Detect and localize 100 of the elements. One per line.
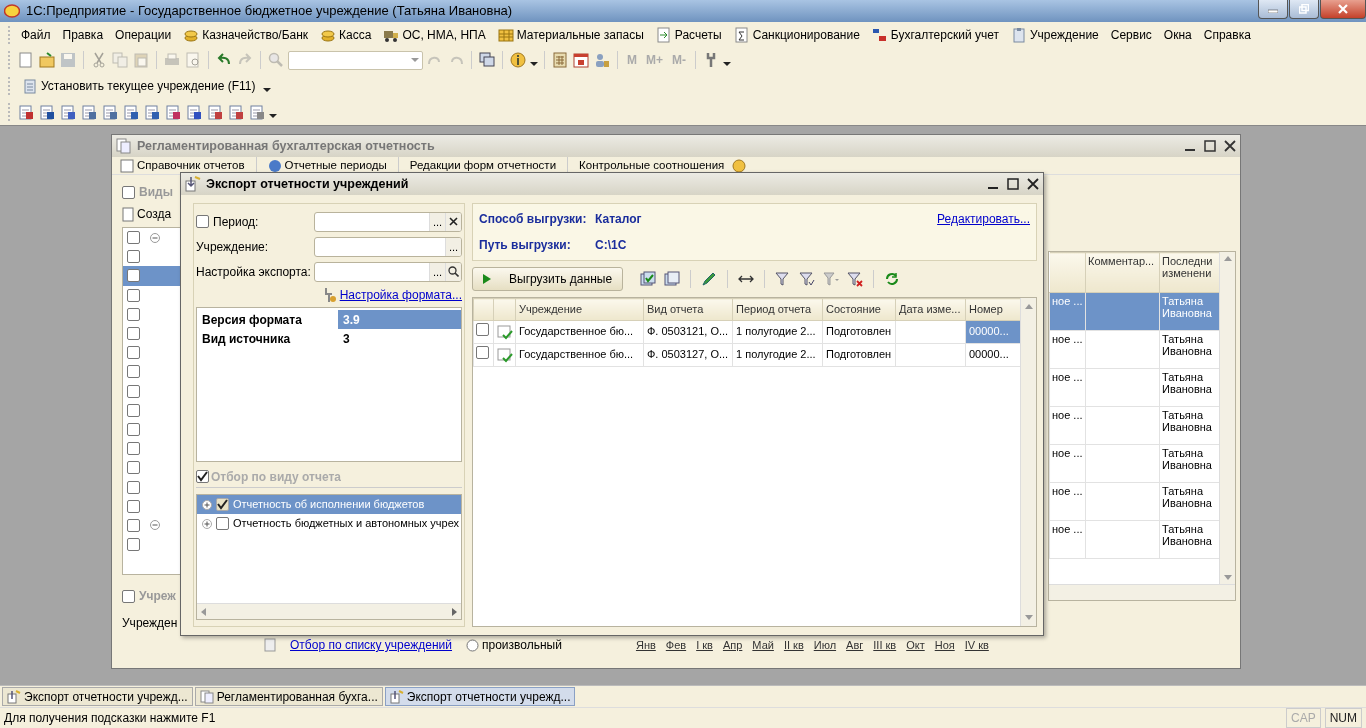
search-button[interactable] [445,262,461,281]
period-link[interactable]: Июл [813,636,837,654]
vertical-scrollbar[interactable] [1219,252,1235,584]
print-preview-button[interactable] [184,51,202,69]
scroll-right-icon[interactable] [452,607,457,616]
menu-item[interactable]: Касса [315,23,377,46]
checkbox[interactable] [216,498,229,511]
column-header[interactable]: Период отчета [732,298,823,320]
column-header[interactable]: Состояние [822,298,896,320]
select-button[interactable]: ... [429,212,445,231]
checkbox[interactable] [216,517,229,530]
horizontal-scrollbar[interactable] [197,603,461,619]
checkbox[interactable] [127,538,140,552]
input-field[interactable]: ... [314,261,462,282]
menu-item[interactable]: ОС, НМА, НПА [378,23,491,46]
period-link[interactable]: II кв [783,636,804,654]
menu-item[interactable]: Бухгалтерский учет [866,23,1004,46]
report-ledger-button[interactable] [227,103,245,121]
checkbox[interactable] [196,470,209,483]
restore-button[interactable] [1289,0,1319,19]
filter-button[interactable] [798,270,817,288]
users-button[interactable] [593,51,611,69]
clear-filter-button[interactable] [846,270,865,288]
checkbox[interactable] [127,384,140,398]
calculator-button[interactable] [551,51,569,69]
checkbox[interactable] [127,461,140,475]
checkbox[interactable] [127,269,140,283]
create-button[interactable]: Созда [122,205,192,223]
toolbar-button[interactable]: Справочник отчетов [116,156,249,175]
report-person-button[interactable] [80,103,98,121]
property-value[interactable]: 3 [338,329,461,348]
checkbox[interactable] [127,480,140,494]
checkbox[interactable] [127,307,140,321]
toolbar-button[interactable]: Отчетные периоды [263,156,391,175]
info-button[interactable] [509,51,527,69]
menu-item[interactable]: Казначейство/Банк [178,23,314,46]
filter-link[interactable]: Отбор по списку учреждений [290,636,452,654]
menu-item[interactable]: Операции [110,23,177,46]
menu-item[interactable]: Окна [1158,23,1197,46]
expand-icon[interactable] [202,499,212,510]
scroll-down-icon[interactable] [1024,615,1033,620]
report-arrows-list-button[interactable] [185,103,203,121]
period-link[interactable]: Авг [846,636,864,654]
taskbar-tab[interactable]: Регламентированная бухга... [194,687,383,706]
edit-link[interactable]: Редактировать... [937,210,1030,228]
period-link[interactable]: Фев [665,636,687,654]
menu-item[interactable]: Файл [16,23,56,46]
period-link[interactable]: I кв [696,636,713,654]
caret-icon[interactable] [269,114,277,118]
input-field[interactable]: ... [314,236,462,257]
report-sigma-button[interactable] [17,103,35,121]
period-link[interactable]: IV кв [964,636,989,654]
checkbox[interactable] [127,365,140,379]
menu-item[interactable]: Сервис [1105,23,1157,46]
checkbox[interactable] [196,215,209,228]
taskbar-tab[interactable]: Экспорт отчетности учрежд... [384,687,576,706]
menu-item[interactable]: Санкционирование [728,23,865,46]
menu-item[interactable]: Учреждение [1005,23,1104,46]
checkbox[interactable] [476,322,489,336]
column-header[interactable]: Дата изме... [895,298,966,320]
vertical-scrollbar[interactable] [1020,298,1036,626]
checkbox[interactable] [127,442,140,456]
checkbox[interactable] [127,231,140,245]
column-header[interactable]: Учреждение [515,298,644,320]
column-header[interactable]: Комментар... [1085,252,1160,293]
checkbox[interactable] [127,327,140,341]
uncheck-all-button[interactable] [663,270,682,288]
period-link[interactable]: Ноя [934,636,955,654]
scroll-up-icon[interactable] [1024,304,1033,309]
checkbox[interactable] [127,518,140,532]
check-all-button[interactable] [639,270,658,288]
column-header[interactable]: Номер [965,298,1020,320]
period-link[interactable]: Окт [906,636,925,654]
close-icon[interactable] [1027,178,1039,190]
caret-icon[interactable] [530,62,538,66]
checkbox[interactable] [122,589,135,603]
toolbar-button[interactable]: Редакции форм отчетности [405,156,561,175]
close-button[interactable] [1320,0,1366,19]
column-header[interactable]: Последни изменени [1159,252,1219,293]
input-field[interactable]: ... [314,211,462,232]
calendar-button[interactable] [572,51,590,69]
tree-row[interactable]: Отчетность бюджетных и автономных учрех [197,514,461,533]
maximize-icon[interactable] [1007,178,1019,190]
report-table-button[interactable] [38,103,56,121]
select-button[interactable]: ... [445,237,461,256]
folder-button[interactable] [38,51,56,69]
search-combo-field[interactable] [288,50,423,70]
menu-item[interactable]: Материальные запасы [492,23,649,46]
horizontal-scrollbar[interactable] [1049,584,1235,600]
period-link[interactable]: Май [752,636,774,654]
set-institution-button[interactable]: Установить текущее учреждение (F11) [17,75,261,97]
report-person-list-button[interactable] [101,103,119,121]
clear-button[interactable] [445,212,461,231]
export-data-button[interactable]: Выгрузить данные [472,267,624,291]
maximize-icon[interactable] [1204,140,1216,152]
report-arrows-button[interactable] [164,103,182,121]
checkbox[interactable] [127,346,140,360]
format-settings-link[interactable]: Настройка формата... [339,286,462,304]
menu-item[interactable]: Расчеты [650,23,727,46]
collapse-icon[interactable] [150,520,160,531]
